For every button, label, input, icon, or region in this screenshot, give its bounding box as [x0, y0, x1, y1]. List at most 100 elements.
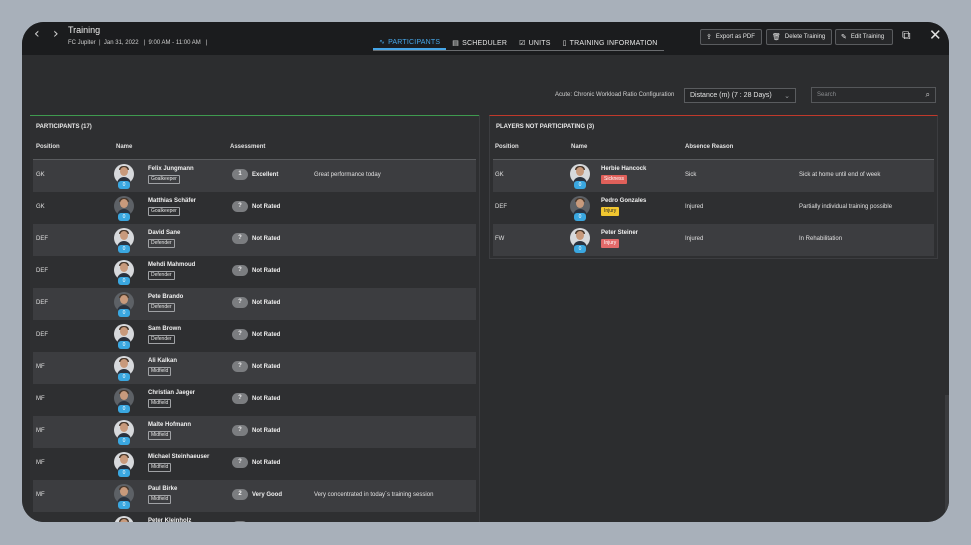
close-icon[interactable]: ✕ [929, 26, 942, 44]
avatar-face [120, 487, 128, 496]
assessment-score[interactable]: ? [232, 393, 248, 404]
player-name[interactable]: Mehdi Mahmoud [148, 262, 195, 268]
tab-units[interactable]: ☑ UNITS [513, 36, 556, 50]
table-row[interactable]: DEF 0 Pete Brando Defender? Not Rated [33, 288, 476, 320]
scrollbar[interactable] [945, 395, 949, 522]
jersey-number-badge: 0 [118, 181, 130, 189]
avatar-face [120, 263, 128, 272]
player-name[interactable]: Christian Jaeger [148, 390, 195, 396]
player-name[interactable]: Malte Hofmann [148, 422, 191, 428]
jersey-number-badge: 0 [118, 341, 130, 349]
table-row[interactable]: DEF 0 Pedro Gonzales Injury Injured Partially… [493, 192, 934, 224]
player-name[interactable]: David Sane [148, 230, 180, 236]
role-badge: Defender [148, 239, 175, 248]
assessment-score[interactable]: ? [232, 425, 248, 436]
avatar-face [120, 231, 128, 240]
assessment-score[interactable]: ? [232, 329, 248, 340]
table-row[interactable]: MF0Peter KleinholzMidfield?Not Rated [33, 512, 476, 522]
table-row[interactable]: DEF 0 Mehdi Mahmoud Defender? Not Rated [33, 256, 476, 288]
absence-reason: Injured [685, 236, 704, 242]
column-header-position: Position [36, 144, 60, 150]
avatar-face [120, 295, 128, 304]
position-cell: DEF [36, 332, 48, 338]
avatar-face [120, 519, 128, 522]
avatar-face [576, 167, 584, 176]
position-cell: GK [36, 204, 45, 210]
assessment-label: Not Rated [252, 364, 281, 370]
role-badge: Defender [148, 335, 175, 344]
assessment-score[interactable]: ? [232, 521, 248, 522]
table-row[interactable]: GK 0 Herbie Hancock Sickness Sick Sick at hom… [493, 160, 934, 192]
player-name[interactable]: Matthias Schäfer [148, 198, 196, 204]
assessment-label: Very Good [252, 492, 283, 498]
participants-panel: PARTICIPANTS (17) Position Name Assessme… [30, 115, 479, 522]
assessment-score[interactable]: ? [232, 297, 248, 308]
avatar-face [120, 359, 128, 368]
table-row[interactable]: MF 0 Christian Jaeger Midfield? Not Rated [33, 384, 476, 416]
jersey-number-badge: 0 [118, 213, 130, 221]
player-name[interactable]: Peter Steiner [601, 230, 638, 236]
export-pdf-label: Export as PDF [715, 34, 755, 40]
avatar-face [120, 455, 128, 464]
back-arrow-icon[interactable]: ‹ [34, 26, 40, 42]
assessment-score[interactable]: ? [232, 361, 248, 372]
avatar-face [120, 327, 128, 336]
forward-arrow-icon[interactable]: › [53, 26, 59, 42]
assessment-label: Not Rated [252, 236, 281, 242]
assessment-score[interactable]: ? [232, 201, 248, 212]
absence-note: Partially individual training possible [799, 204, 893, 210]
player-name[interactable]: Sam Brown [148, 326, 181, 332]
table-row[interactable]: MF 0 Paul Birke Midfield 2 Very Good Very conc… [33, 480, 476, 512]
acwr-config-select[interactable]: Distance (m) (7 : 28 Days) ⌄ [684, 88, 796, 103]
activity-icon: ∿ [379, 38, 386, 46]
training-meta: FC Jupiter | Jan 31, 2022 | 9:00 AM - 11… [68, 40, 208, 46]
tab-scheduler[interactable]: ▤ SCHEDULER [446, 36, 513, 50]
position-cell: DEF [36, 300, 48, 306]
main-content: Acute: Chronic Workload Ratio Configurat… [22, 55, 949, 522]
avatar-face [120, 199, 128, 208]
delete-training-button[interactable]: 🗑︎ Delete Training [766, 29, 832, 45]
tab-training-information[interactable]: ▯ TRAINING INFORMATION [557, 36, 664, 50]
search-input[interactable]: Search ⌕ [811, 87, 936, 103]
jersey-number-badge: 0 [574, 245, 586, 253]
assessment-label: Not Rated [252, 460, 281, 466]
role-badge: Midfield [148, 495, 172, 504]
absence-note: Sick at home until end of week [799, 172, 881, 178]
table-row[interactable]: FW 0 Peter Steiner Injury Injured In Rehabili… [493, 224, 934, 256]
assessment-score[interactable]: ? [232, 457, 248, 468]
export-pdf-button[interactable]: ⇪ Export as PDF [700, 29, 762, 45]
player-name[interactable]: Pedro Gonzales [601, 198, 646, 204]
table-row[interactable]: GK 0 Felix Jungmann Goalkeeper 1 Excellent Gre… [33, 160, 476, 192]
avatar-face [120, 167, 128, 176]
edit-training-label: Edit Training [850, 34, 885, 40]
player-name[interactable]: Ali Kalkan [148, 358, 177, 364]
jersey-number-badge: 0 [574, 213, 586, 221]
assessment-score[interactable]: ? [232, 233, 248, 244]
avatar [114, 516, 134, 522]
player-name[interactable]: Felix Jungmann [148, 166, 194, 172]
table-row[interactable]: DEF 0 David Sane Defender? Not Rated [33, 224, 476, 256]
table-row[interactable]: MF 0 Michael Steinhaeuser Midfield? Not Rate… [33, 448, 476, 480]
assessment-label: Not Rated [252, 396, 281, 402]
not-participating-title: PLAYERS NOT PARTICIPATING (3) [496, 124, 595, 130]
player-name[interactable]: Pete Brando [148, 294, 183, 300]
table-row[interactable]: MF 0 Ali Kalkan Midfield? Not Rated [33, 352, 476, 384]
tab-participants[interactable]: ∿ PARTICIPANTS [373, 36, 447, 50]
table-row[interactable]: DEF 0 Sam Brown Defender? Not Rated [33, 320, 476, 352]
player-name[interactable]: Michael Steinhaeuser [148, 454, 209, 460]
player-name[interactable]: Peter Kleinholz [148, 518, 191, 522]
column-header-position: Position [495, 144, 519, 150]
assessment-score[interactable]: 2 [232, 489, 248, 500]
table-row[interactable]: GK 0 Matthias Schäfer Goalkeeper? Not Rated [33, 192, 476, 224]
player-name[interactable]: Paul Birke [148, 486, 177, 492]
jersey-number-badge: 0 [118, 277, 130, 285]
edit-training-button[interactable]: ✎ Edit Training [835, 29, 893, 45]
avatar-face [576, 231, 584, 240]
jersey-number-badge: 0 [118, 437, 130, 445]
table-row[interactable]: MF 0 Malte Hofmann Midfield? Not Rated [33, 416, 476, 448]
player-name[interactable]: Herbie Hancock [601, 166, 646, 172]
assessment-score[interactable]: 1 [232, 169, 248, 180]
assessment-score[interactable]: ? [232, 265, 248, 276]
window-toggle-icon[interactable]: ⧉ [902, 28, 911, 43]
participants-title: PARTICIPANTS (17) [36, 124, 92, 130]
